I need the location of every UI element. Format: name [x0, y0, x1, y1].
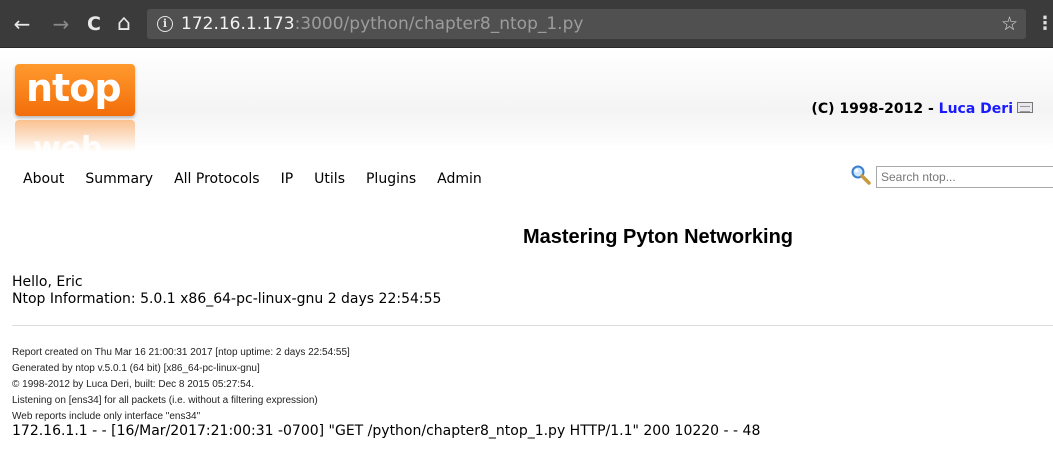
- site-info-icon[interactable]: i: [157, 16, 173, 32]
- browser-toolbar: ← → C ⌂ i 172.16.1.173:3000/python/chapt…: [0, 0, 1053, 48]
- mail-icon[interactable]: [1017, 102, 1033, 113]
- menu-item-plugins[interactable]: Plugins: [366, 169, 416, 189]
- report-line: © 1998-2012 by Luca Deri, built: Dec 8 2…: [12, 379, 254, 390]
- author-link[interactable]: Luca Deri: [939, 101, 1013, 117]
- url-text[interactable]: 172.16.1.173:3000/python/chapter8_ntop_1…: [181, 14, 583, 34]
- reload-button[interactable]: C: [82, 12, 106, 36]
- report-footer: Report created on Thu Mar 16 21:00:31 20…: [12, 345, 350, 425]
- bookmark-star-icon[interactable]: ☆: [1001, 13, 1018, 35]
- access-log-line: 172.16.1.1 - - [16/Mar/2017:21:00:31 -07…: [12, 423, 761, 439]
- home-button[interactable]: ⌂: [112, 12, 136, 36]
- menu-item-summary[interactable]: Summary: [85, 169, 153, 189]
- ntop-info-text: Ntop Information: 5.0.1 x86_64-pc-linux-…: [12, 291, 442, 307]
- back-button[interactable]: ←: [10, 12, 34, 36]
- page-content: ntop web (C) 1998-2012 - Luca Deri About…: [0, 48, 1053, 452]
- ntop-logo[interactable]: ntop: [15, 64, 135, 116]
- header-band: [0, 48, 1053, 152]
- browser-menu-icon[interactable]: ⋮: [1036, 12, 1053, 36]
- menu-item-utils[interactable]: Utils: [314, 169, 345, 189]
- menu-item-ip[interactable]: IP: [281, 169, 294, 189]
- forward-button[interactable]: →: [49, 12, 73, 36]
- url-host: 172.16.1.173: [181, 14, 295, 34]
- report-line: Listening on [ens34] for all packets (i.…: [12, 395, 318, 406]
- search-icon[interactable]: [850, 164, 872, 186]
- ntop-logo-reflection: web: [15, 120, 135, 152]
- menu-item-about[interactable]: About: [23, 169, 64, 189]
- address-bar[interactable]: i 172.16.1.173:3000/python/chapter8_ntop…: [147, 9, 1026, 39]
- search-input[interactable]: [876, 166, 1053, 188]
- menu-item-admin[interactable]: Admin: [437, 169, 482, 189]
- greeting-text: Hello, Eric: [12, 274, 83, 290]
- url-path: :3000/python/chapter8_ntop_1.py: [294, 14, 584, 34]
- main-menu: About Summary All Protocols IP Utils Plu…: [23, 169, 503, 189]
- report-line: Generated by ntop v.5.0.1 (64 bit) [x86_…: [12, 363, 260, 374]
- report-line: Report created on Thu Mar 16 21:00:31 20…: [12, 347, 350, 358]
- page-title: Mastering Pyton Networking: [522, 226, 794, 248]
- copyright-text: (C) 1998-2012 -: [811, 101, 939, 117]
- divider: [12, 325, 1053, 326]
- menu-item-all-protocols[interactable]: All Protocols: [174, 169, 260, 189]
- copyright: (C) 1998-2012 - Luca Deri: [811, 101, 1033, 117]
